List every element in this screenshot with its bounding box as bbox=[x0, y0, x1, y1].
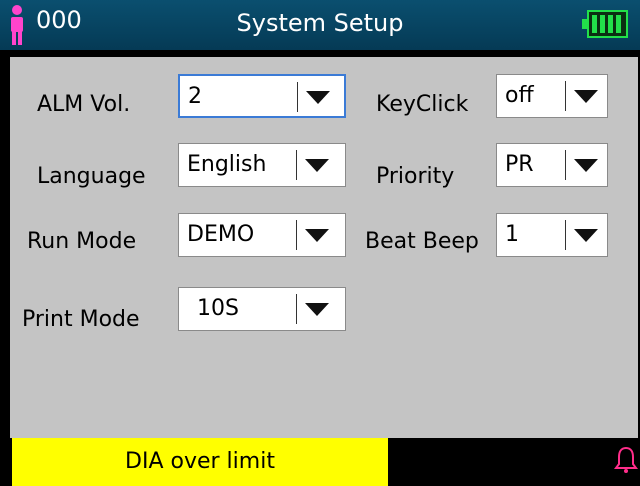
alarm-message-box[interactable]: DIA over limit bbox=[12, 438, 388, 486]
alm-vol-dropdown[interactable]: 2 bbox=[178, 74, 346, 118]
keyclick-value: off bbox=[505, 83, 534, 108]
alm-vol-value: 2 bbox=[188, 84, 202, 109]
beat-beep-dropdown[interactable]: 1 bbox=[496, 213, 608, 257]
run-mode-label: Run Mode bbox=[27, 229, 137, 254]
chevron-down-icon bbox=[305, 229, 329, 242]
page-title: System Setup bbox=[236, 9, 404, 37]
chevron-down-icon bbox=[574, 159, 598, 172]
keyclick-label: KeyClick bbox=[376, 92, 469, 117]
status-bar: DIA over limit bbox=[0, 438, 640, 486]
chevron-down-icon bbox=[574, 90, 598, 103]
print-mode-label: Print Mode bbox=[22, 307, 140, 332]
language-dropdown[interactable]: English bbox=[178, 143, 346, 187]
keyclick-dropdown[interactable]: off bbox=[496, 74, 608, 118]
priority-value: PR bbox=[505, 152, 534, 177]
language-label: Language bbox=[37, 164, 146, 189]
chevron-down-icon bbox=[305, 303, 329, 316]
language-value: English bbox=[187, 152, 267, 177]
print-mode-value: 10S bbox=[197, 296, 239, 321]
chevron-down-icon bbox=[306, 91, 330, 104]
alarm-message: DIA over limit bbox=[125, 449, 275, 474]
run-mode-dropdown[interactable]: DEMO bbox=[178, 213, 346, 257]
run-mode-value: DEMO bbox=[187, 222, 255, 247]
beat-beep-value: 1 bbox=[505, 222, 519, 247]
print-mode-dropdown[interactable]: 10S bbox=[178, 287, 346, 331]
chevron-down-icon bbox=[574, 229, 598, 242]
monitor-screen: 000 System Setup ALM Vol. 2 KeyClick off bbox=[0, 0, 640, 486]
settings-panel: ALM Vol. 2 KeyClick off Language English… bbox=[10, 57, 638, 438]
battery-full-icon bbox=[582, 10, 628, 38]
alm-vol-label: ALM Vol. bbox=[37, 92, 131, 117]
priority-label: Priority bbox=[376, 164, 455, 189]
chevron-down-icon bbox=[305, 159, 329, 172]
priority-dropdown[interactable]: PR bbox=[496, 143, 608, 187]
alarm-bell-icon[interactable] bbox=[614, 446, 638, 474]
beat-beep-label: Beat Beep bbox=[365, 229, 479, 254]
title-bar: 000 System Setup bbox=[0, 0, 640, 50]
